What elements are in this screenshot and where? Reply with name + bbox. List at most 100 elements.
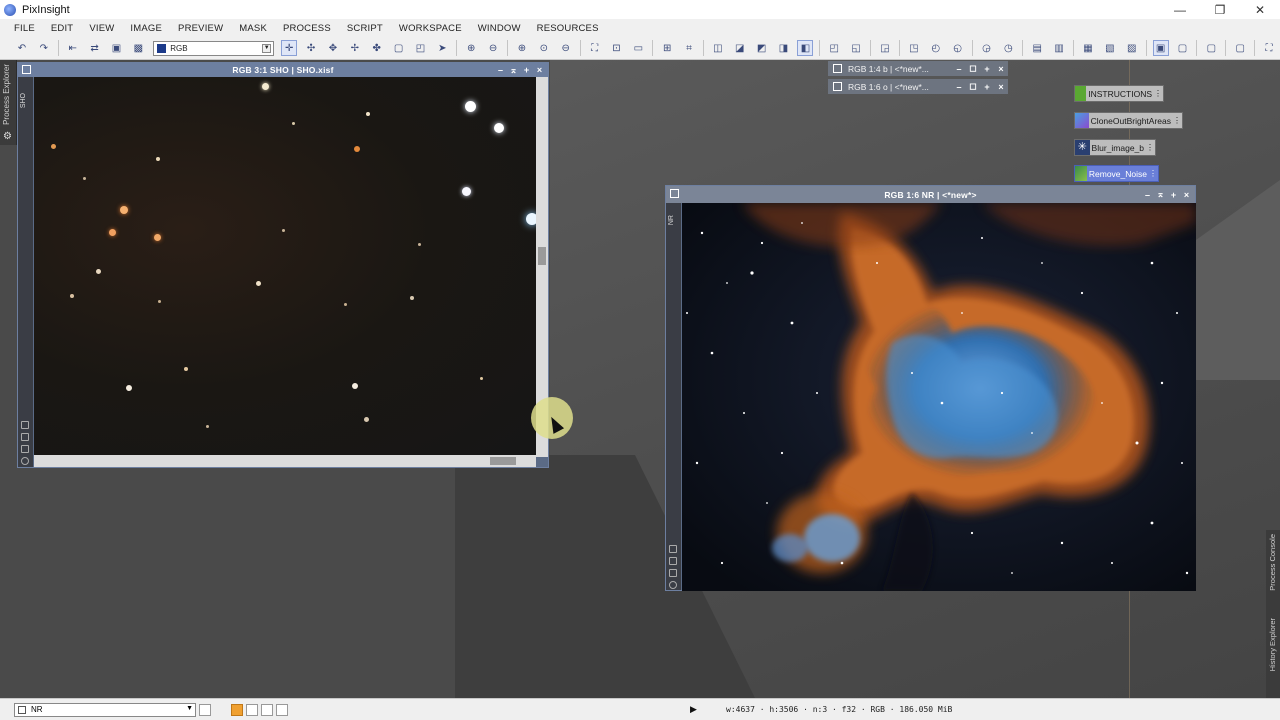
pointer-icon[interactable]: ➤ — [434, 40, 450, 56]
preview-icon[interactable] — [669, 557, 677, 565]
preview-icon[interactable] — [21, 433, 29, 441]
menu-process[interactable]: PROCESS — [275, 23, 339, 34]
channel-g-icon[interactable]: ◳ — [906, 40, 922, 56]
close-button[interactable]: ✕ — [1240, 0, 1280, 19]
edit-preview-icon[interactable]: ◰ — [413, 40, 429, 56]
shade-icon[interactable]: – — [952, 64, 966, 74]
maximize-icon[interactable]: + — [980, 82, 994, 92]
pan-mode-icon[interactable]: ✥ — [325, 40, 341, 56]
explorer-window-icon[interactable]: ▤ — [1029, 40, 1045, 56]
workspace-4-tab[interactable] — [276, 703, 288, 716]
close-icon[interactable]: × — [994, 64, 1008, 74]
shade-icon[interactable]: – — [1141, 190, 1154, 200]
image-window-titlebar[interactable]: RGB 1:6 NR | <*new*> – ⌅ + × — [666, 186, 1195, 203]
fit-view-icon[interactable]: ⛶ — [587, 40, 603, 56]
horizontal-scrollbar[interactable] — [34, 455, 536, 467]
process-icon-instructions[interactable]: INSTRUCTIONS ⋮ — [1074, 85, 1164, 102]
maximize-icon[interactable]: + — [520, 65, 533, 75]
maximize-icon[interactable]: + — [980, 64, 994, 74]
close-icon[interactable]: × — [994, 82, 1008, 92]
shade-icon[interactable]: – — [494, 65, 507, 75]
crosshair-icon[interactable]: ✣ — [303, 40, 319, 56]
move-icon[interactable]: ✢ — [347, 40, 363, 56]
status-view-selector[interactable]: NR ▼ — [14, 702, 196, 717]
fullscreen-icon[interactable]: ⛶ — [1261, 40, 1277, 56]
history-explorer-icon[interactable]: ▧ — [1102, 40, 1118, 56]
mask-enable-icon[interactable]: ◨ — [776, 40, 792, 56]
process-icon-blur[interactable]: ✳ Blur_image_b ⋮ — [1074, 139, 1156, 156]
iconized-window-o[interactable]: RGB 1:6 o | <*new*... – ◻ + × — [828, 79, 1008, 94]
minimize-button[interactable]: — — [1160, 0, 1200, 19]
iconized-window-b[interactable]: RGB 1:4 b | <*new*... – ◻ + × — [828, 61, 1008, 76]
scrollbar-thumb[interactable] — [490, 457, 516, 465]
workspace-1-tab[interactable] — [231, 703, 243, 716]
menu-edit[interactable]: EDIT — [43, 23, 81, 34]
iconize-icon[interactable]: ⌅ — [1154, 189, 1167, 200]
channel-b-icon[interactable]: ◴ — [928, 40, 944, 56]
mask-show-icon[interactable]: ◪ — [732, 40, 748, 56]
zoom-fit-icon[interactable]: ⊙ — [536, 40, 552, 56]
zoom-in-alt-icon[interactable]: ⊕ — [514, 40, 530, 56]
scrollbar-thumb[interactable] — [538, 247, 546, 265]
iconize-icon[interactable]: ⌅ — [507, 65, 520, 76]
workspace-2-icon[interactable]: ▢ — [1175, 40, 1191, 56]
mask-link-icon[interactable] — [21, 421, 29, 429]
settings-icon[interactable] — [21, 457, 29, 465]
workspace-2-tab[interactable] — [246, 703, 258, 716]
zoom-out-alt-icon[interactable]: ⊖ — [558, 40, 574, 56]
menu-script[interactable]: SCRIPT — [339, 23, 391, 34]
menu-window[interactable]: WINDOW — [470, 23, 529, 34]
menu-file[interactable]: FILE — [6, 23, 43, 34]
workspace-3-tab[interactable] — [261, 703, 273, 716]
channel-l-icon[interactable]: ◵ — [950, 40, 966, 56]
mask-icon[interactable]: ◫ — [710, 40, 726, 56]
optimize-window-icon[interactable]: ▭ — [630, 40, 646, 56]
workspace-3-icon[interactable]: ▢ — [1203, 40, 1219, 56]
image-canvas[interactable] — [34, 77, 537, 457]
zoom-out-icon[interactable]: ⊖ — [485, 40, 501, 56]
pin-icon[interactable] — [21, 445, 29, 453]
fit-window-icon[interactable]: ⊡ — [609, 40, 625, 56]
luminance-icon[interactable]: ◷ — [1000, 40, 1016, 56]
swap-icon[interactable]: ⇄ — [87, 40, 103, 56]
pin-icon[interactable] — [669, 569, 677, 577]
readout-mode-icon[interactable]: ✛ — [281, 40, 298, 56]
menu-workspace[interactable]: WORKSPACE — [391, 23, 470, 34]
frame-icon[interactable]: ⊞ — [659, 40, 675, 56]
undo-all-icon[interactable]: ⇤ — [65, 40, 81, 56]
process-explorer-tab[interactable]: Process Explorer ⚙ — [0, 60, 17, 145]
restore-icon[interactable]: ◻ — [966, 81, 980, 92]
redo-icon[interactable]: ↷ — [36, 40, 52, 56]
restore-button[interactable]: ❐ — [1200, 0, 1240, 19]
mask-link-icon[interactable] — [669, 545, 677, 553]
zoom-in-icon[interactable]: ⊕ — [463, 40, 479, 56]
format-explorer-icon[interactable]: ▥ — [1051, 40, 1067, 56]
menu-view[interactable]: VIEW — [81, 23, 122, 34]
restore-icon[interactable]: ◻ — [966, 63, 980, 74]
image-window-sho[interactable]: RGB 3:1 SHO | SHO.xisf – ⌅ + × SHO — [17, 62, 549, 468]
view-id-tab[interactable]: SHO — [20, 93, 27, 108]
image-canvas[interactable] — [682, 203, 1196, 591]
maximize-icon[interactable]: + — [1167, 190, 1180, 200]
stf-link-icon[interactable]: ◰ — [826, 40, 842, 56]
menu-mask[interactable]: MASK — [231, 23, 275, 34]
mask-invert-icon[interactable]: ◩ — [754, 40, 770, 56]
process-console-icon[interactable]: ▦ — [1080, 40, 1096, 56]
view-mode-icon[interactable]: ▣ — [108, 40, 124, 56]
undo-icon[interactable]: ↶ — [14, 40, 30, 56]
stf-auto-icon[interactable]: ◱ — [848, 40, 864, 56]
workspace-1-icon[interactable]: ▣ — [1152, 40, 1169, 56]
menu-preview[interactable]: PREVIEW — [170, 23, 231, 34]
menu-resources[interactable]: RESOURCES — [529, 23, 607, 34]
play-icon[interactable]: ▶ — [690, 704, 697, 715]
process-icon-remove-noise[interactable]: Remove_Noise ⋮ — [1074, 165, 1159, 182]
view-selector[interactable]: RGB ▼ — [153, 40, 275, 56]
view-explorer-icon[interactable]: ▨ — [1124, 40, 1140, 56]
color-mode-icon[interactable]: ▩ — [130, 40, 146, 56]
image-window-nr[interactable]: RGB 1:6 NR | <*new*> – ⌅ + × NR — [665, 185, 1196, 591]
rgb-composite-icon[interactable]: ◶ — [979, 40, 995, 56]
new-preview-icon[interactable]: ▢ — [391, 40, 407, 56]
process-icon-clone[interactable]: CloneOutBrightAreas ⋮ — [1074, 112, 1183, 129]
crop-icon[interactable]: ⌗ — [681, 40, 697, 56]
zoom-mode-icon[interactable]: ✤ — [369, 40, 385, 56]
